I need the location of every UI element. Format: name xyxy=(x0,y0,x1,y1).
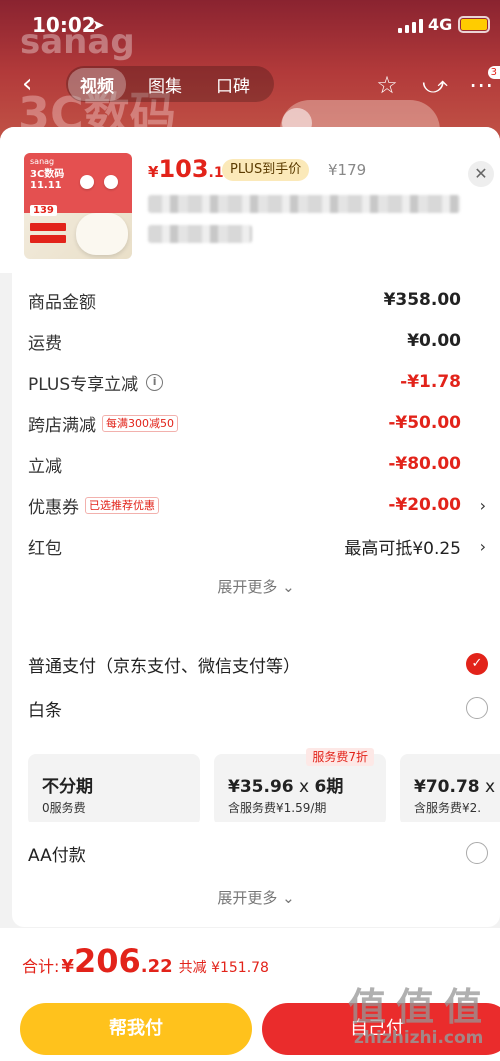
status-bar: 10:02 ➤ 4G xyxy=(0,0,500,50)
service-fee-discount-badge: 服务费7折 xyxy=(306,748,374,766)
payment-card: 普通支付（京东支付、微信支付等） ✓ 白条 不分期 0服务费 服务费7折 ¥35… xyxy=(12,632,500,927)
fee-row-goods-amount: 商品金额 ¥358.00 xyxy=(28,290,461,313)
product-summary: sanag 3C数码 11.11 139 ¥ 103 .11 PLUS到手价 ¥… xyxy=(0,127,500,273)
installment-none[interactable]: 不分期 0服务费 xyxy=(28,754,200,822)
share-icon[interactable]: ⤻ xyxy=(420,70,450,100)
thumbnail-subtitle: 11.11 xyxy=(30,180,62,191)
radio-checked-icon[interactable]: ✓ xyxy=(466,653,488,675)
favorite-star-icon[interactable]: ☆ xyxy=(372,70,402,100)
installment-3-period[interactable]: ¥70.78 x 3期 含服务费¥2. xyxy=(400,754,500,822)
chevron-right-icon: › xyxy=(479,536,486,556)
fee-row-red-packet[interactable]: 红包 最高可抵¥0.25 › xyxy=(28,531,488,561)
product-price: ¥ 103 .11 xyxy=(148,155,234,183)
fee-row-cross-store-discount: 跨店满减 每满300减50 -¥50.00 xyxy=(28,413,461,436)
tab-reviews[interactable]: 口碑 xyxy=(204,68,262,101)
thumbnail-brand: sanag xyxy=(30,157,55,166)
checkout-sheet: sanag 3C数码 11.11 139 ¥ 103 .11 PLUS到手价 ¥… xyxy=(0,127,500,1061)
network-type: 4G xyxy=(428,15,453,34)
order-total: 合计: ¥ 206 .22 共减 ¥151.78 xyxy=(22,942,269,980)
location-arrow-icon: ➤ xyxy=(92,16,105,34)
message-count-badge: 3 xyxy=(487,66,500,79)
radio-unchecked-icon[interactable] xyxy=(466,697,488,719)
product-title-blurred xyxy=(148,195,460,213)
fee-row-plus-discount: PLUS专享立减 i -¥1.78 xyxy=(28,372,461,395)
nav-tabs: 视频 图集 口碑 xyxy=(66,66,274,102)
payment-expand-more[interactable]: 展开更多 ⌄ xyxy=(12,887,500,908)
payment-option-baitiao[interactable]: 白条 xyxy=(28,692,488,724)
installment-options: 不分期 0服务费 服务费7折 ¥35.96 x 6期 含服务费¥1.59/期 ¥… xyxy=(28,746,500,822)
fee-row-coupon[interactable]: 优惠券 已选推荐优惠 -¥20.00 › xyxy=(28,490,488,520)
thumbnail-price: 139 xyxy=(30,205,57,216)
discount-rule-tag: 每满300减50 xyxy=(102,414,178,432)
fee-row-shipping: 运费 ¥0.00 xyxy=(28,331,461,354)
payment-option-normal[interactable]: 普通支付（京东支付、微信支付等） ✓ xyxy=(28,648,488,680)
payment-option-aa[interactable]: AA付款 xyxy=(28,837,488,869)
plus-price-tag: PLUS到手价 xyxy=(222,159,310,181)
back-icon[interactable]: ‹ xyxy=(22,70,46,98)
fee-row-instant-discount: 立减 -¥80.00 xyxy=(28,454,461,477)
original-price: ¥179 xyxy=(328,161,367,179)
site-watermark: 值 值 值 zhizhizhi.com xyxy=(348,985,484,1048)
total-saved: 共减 ¥151.78 xyxy=(178,960,269,976)
tab-gallery[interactable]: 图集 xyxy=(136,68,194,101)
close-icon[interactable]: ✕ xyxy=(468,161,494,187)
product-navbar: ‹ 视频 图集 口碑 ☆ ⤻ ⋯ xyxy=(0,62,500,106)
radio-unchecked-icon[interactable] xyxy=(466,842,488,864)
coupon-selected-tag: 已选推荐优惠 xyxy=(85,496,159,514)
signal-icon xyxy=(398,18,423,33)
fees-expand-more[interactable]: 展开更多 ⌄ xyxy=(12,576,500,597)
info-icon[interactable]: i xyxy=(146,373,164,391)
chevron-down-icon: ⌄ xyxy=(277,889,295,907)
installment-6-period[interactable]: 服务费7折 ¥35.96 x 6期 含服务费¥1.59/期 xyxy=(214,748,386,822)
status-time: 10:02 xyxy=(32,13,96,37)
chevron-down-icon: ⌄ xyxy=(277,578,295,596)
product-title-blurred-2 xyxy=(148,225,252,243)
help-me-pay-button[interactable]: 帮我付 xyxy=(20,1003,252,1055)
thumbnail-title: 3C数码 xyxy=(30,169,65,180)
tab-video[interactable]: 视频 xyxy=(68,67,126,101)
earbud-case-image xyxy=(76,213,128,255)
product-thumbnail: sanag 3C数码 11.11 139 xyxy=(24,153,132,259)
chevron-right-icon: › xyxy=(479,495,486,515)
battery-icon xyxy=(458,16,490,33)
